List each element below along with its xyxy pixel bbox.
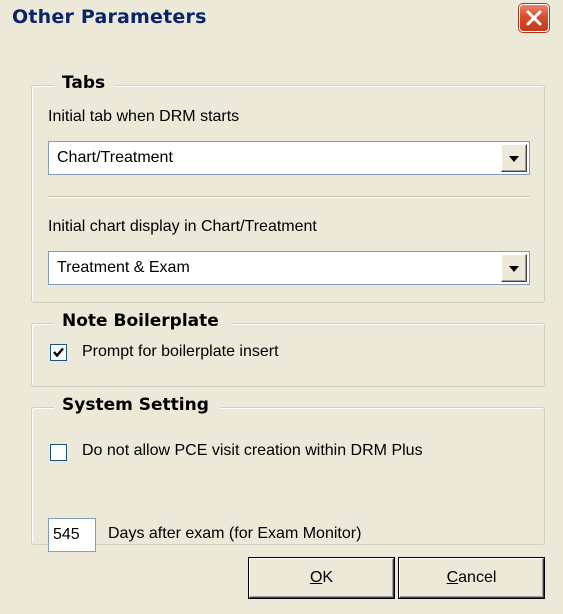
note-boilerplate-group: Note Boilerplate Prompt for boilerplate … [31,311,545,387]
initial-chart-dropdown[interactable]: Treatment & Exam [48,251,530,285]
title-bar: Other Parameters [0,0,563,34]
initial-chart-value: Treatment & Exam [57,259,190,276]
cancel-mnemonic: C [446,569,459,586]
ok-label-rest: K [322,569,334,586]
window-title: Other Parameters [12,6,207,28]
ok-button[interactable]: OK [249,558,394,598]
ok-mnemonic: O [309,569,323,586]
cancel-label-rest: ancel [458,569,497,586]
cancel-button[interactable]: Cancel [399,558,544,598]
tabs-separator [48,196,530,198]
days-after-exam-label: Days after exam (for Exam Monitor) [108,525,362,542]
pce-visit-checkbox[interactable] [50,444,67,461]
initial-tab-dropdown-button[interactable] [501,144,527,172]
system-setting-title: System Setting [54,395,221,415]
chevron-down-icon [509,266,519,272]
system-setting-group: System Setting Do not allow PCE visit cr… [31,395,545,552]
close-icon [526,10,542,26]
checkmark-icon [53,347,64,358]
initial-tab-label: Initial tab when DRM starts [48,108,240,125]
boilerplate-prompt-label: Prompt for boilerplate insert [82,343,279,360]
close-button[interactable] [519,4,549,32]
initial-tab-value: Chart/Treatment [57,149,173,166]
chevron-down-icon [509,156,519,162]
days-after-exam-input[interactable]: 545 [48,518,96,552]
tabs-group-title: Tabs [54,73,118,93]
pce-visit-label: Do not allow PCE visit creation within D… [82,442,423,459]
boilerplate-prompt-checkbox[interactable] [50,344,67,361]
note-boilerplate-title: Note Boilerplate [54,311,231,331]
initial-chart-label: Initial chart display in Chart/Treatment [48,218,317,235]
initial-chart-dropdown-button[interactable] [501,254,527,282]
initial-tab-dropdown[interactable]: Chart/Treatment [48,141,530,175]
tabs-group: Tabs Initial tab when DRM starts Chart/T… [31,73,545,303]
